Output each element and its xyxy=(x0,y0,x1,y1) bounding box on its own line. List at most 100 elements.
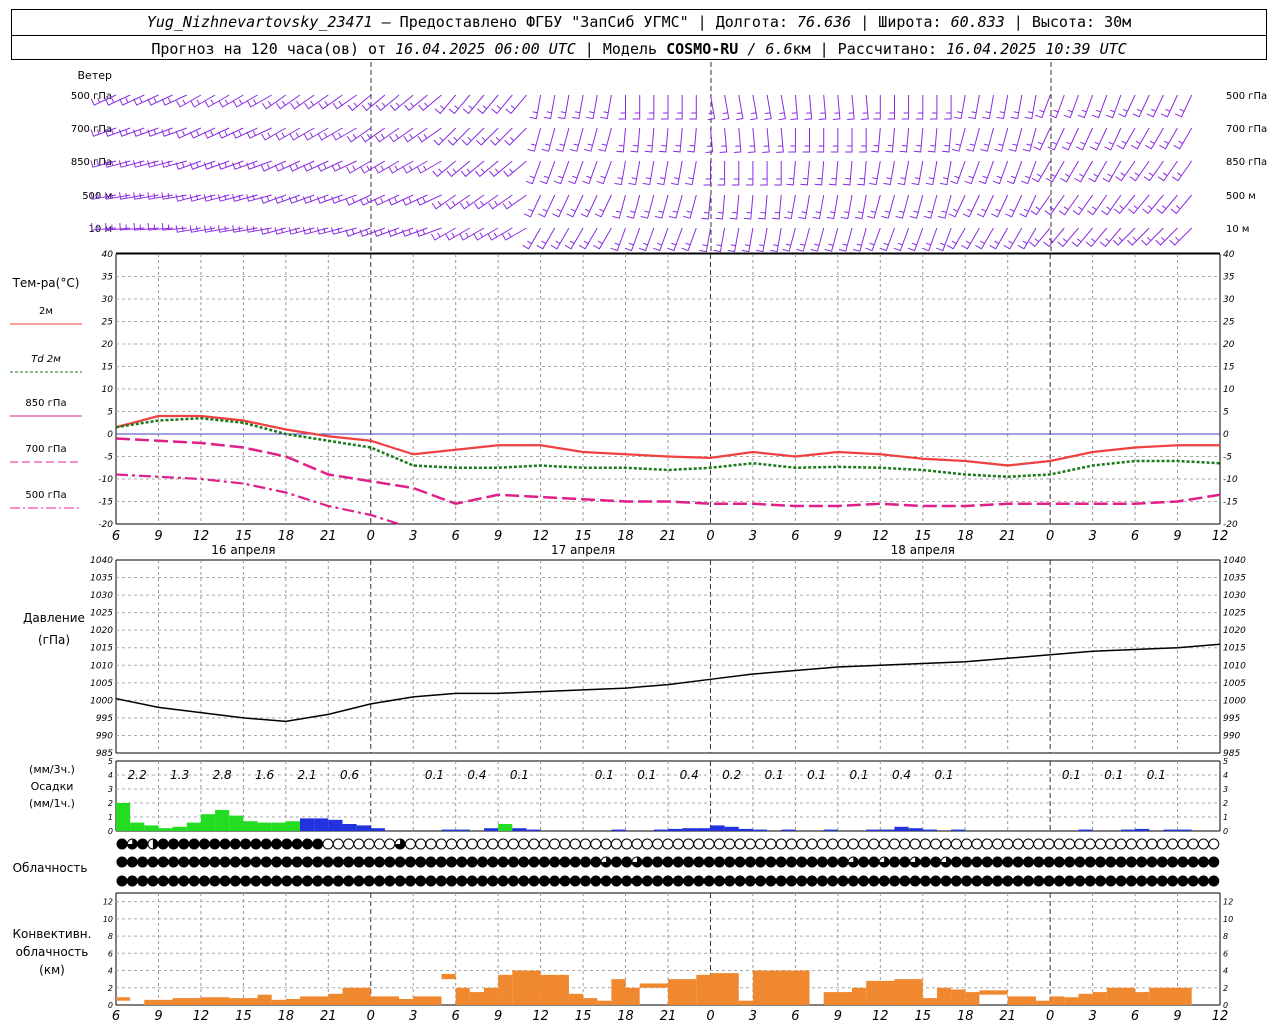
cloud-circle xyxy=(1136,875,1148,887)
wind-barb xyxy=(446,160,471,178)
cloud-symbol xyxy=(919,838,931,850)
cloud-symbol xyxy=(1105,856,1117,868)
temp-xtick: 0 xyxy=(367,529,375,544)
cloud-circle xyxy=(1156,838,1168,850)
cloud-symbol xyxy=(1043,838,1055,850)
cloud-symbol xyxy=(765,875,777,887)
precip-ytick-left: 3 xyxy=(108,785,113,794)
wind-barb xyxy=(990,194,1009,218)
cloud-symbol xyxy=(126,856,138,868)
precip-bar xyxy=(186,822,201,831)
cloud-symbol xyxy=(683,875,694,887)
cloud-circle xyxy=(683,875,694,887)
wind-barb xyxy=(778,94,786,121)
cloud-circle xyxy=(1022,875,1034,887)
cloud-symbol xyxy=(641,875,653,887)
temp-ytick-right: 40 xyxy=(1223,250,1235,260)
convective-title: облачность xyxy=(16,945,89,959)
cloud-symbol xyxy=(806,856,818,868)
convective-bar xyxy=(866,980,895,1005)
wind-barb xyxy=(992,160,1009,185)
cloud-circle xyxy=(198,875,210,887)
precip-3h-label: 0.1 xyxy=(807,768,826,782)
wind-barb xyxy=(529,94,542,120)
cloud-circle xyxy=(147,875,159,887)
cloud-symbol xyxy=(1167,875,1179,887)
cloud-circle xyxy=(1064,875,1076,887)
cloud-symbol xyxy=(394,838,406,850)
cloud-symbol xyxy=(631,875,643,887)
cloud-symbol xyxy=(971,875,983,887)
cloud-circle xyxy=(497,838,509,850)
cloud-circle xyxy=(580,838,591,850)
cloud-circle xyxy=(950,856,962,868)
cloud-symbol xyxy=(301,875,313,887)
cloud-circle xyxy=(775,856,787,868)
cloud-circle xyxy=(322,838,334,850)
cloud-circle xyxy=(301,838,313,850)
temp-legend-label: Td 2м xyxy=(31,354,61,365)
pressure-ytick-left: 1015 xyxy=(90,644,113,654)
wind-barb xyxy=(784,194,796,220)
cloud-circle xyxy=(1156,875,1168,887)
wind-barb xyxy=(417,127,442,143)
cloud-circle xyxy=(755,838,767,850)
convective-bar xyxy=(285,998,300,1005)
precip-3h-label: 2.8 xyxy=(213,768,232,782)
temp-xtick: 0 xyxy=(706,529,714,544)
cloud-circle xyxy=(477,875,488,887)
convective-title: Конвективн. xyxy=(13,927,92,941)
wind-barb xyxy=(600,94,612,120)
cloud-circle xyxy=(487,875,499,887)
wind-barb xyxy=(741,227,754,253)
cloud-symbol xyxy=(847,856,859,868)
cloud-symbol xyxy=(940,838,952,850)
wind-barb xyxy=(614,160,626,186)
cloud-circle xyxy=(1053,838,1065,850)
wind-barb xyxy=(1033,127,1051,151)
cloud-circle xyxy=(301,856,313,868)
cloud-symbol xyxy=(580,838,591,850)
convective-xtick: 9 xyxy=(494,1009,502,1024)
temp-ytick-right: 10 xyxy=(1223,385,1235,395)
cloud-symbol xyxy=(858,856,870,868)
cloud-circle xyxy=(487,838,499,850)
cloud-symbol xyxy=(229,838,241,850)
cloud-circle xyxy=(1115,875,1127,887)
cloud-symbol xyxy=(1033,838,1045,850)
cloud-symbol xyxy=(652,838,664,850)
convective-bar xyxy=(1064,997,1079,1005)
cloud-circle xyxy=(1198,875,1209,887)
cloud-symbol xyxy=(332,875,344,887)
cloud-symbol xyxy=(806,875,818,887)
cloud-circle xyxy=(291,875,303,887)
wind-barb xyxy=(760,161,768,186)
convective-bar xyxy=(1149,987,1192,1005)
cloud-circle xyxy=(1064,856,1076,868)
temp-xtick: 9 xyxy=(494,529,502,544)
wind-barb xyxy=(525,160,542,185)
cloud-circle xyxy=(734,838,746,850)
wind-barb xyxy=(1156,194,1178,215)
convective-bar xyxy=(498,974,513,1005)
cloud-circle xyxy=(209,856,221,868)
cloud-symbol xyxy=(1002,875,1014,887)
cloud-symbol xyxy=(1105,875,1117,887)
wind-barb xyxy=(475,127,499,146)
wind-barb xyxy=(375,94,400,112)
wind-barb xyxy=(764,94,772,121)
cloud-circle xyxy=(847,875,859,887)
cloud-circle xyxy=(188,838,200,850)
cloud-symbol xyxy=(137,838,149,850)
cloud-symbol xyxy=(116,838,128,850)
cloud-symbol xyxy=(291,838,303,850)
wind-barb xyxy=(826,194,839,220)
cloud-symbol xyxy=(281,838,293,850)
temp-xtick: 12 xyxy=(872,529,889,544)
cloud-circle xyxy=(518,856,530,868)
cloud-circle xyxy=(384,875,396,887)
wind-barb xyxy=(757,194,768,220)
cloud-circle xyxy=(1002,875,1014,887)
wind-barb xyxy=(1049,94,1065,119)
wind-barb xyxy=(871,127,881,153)
